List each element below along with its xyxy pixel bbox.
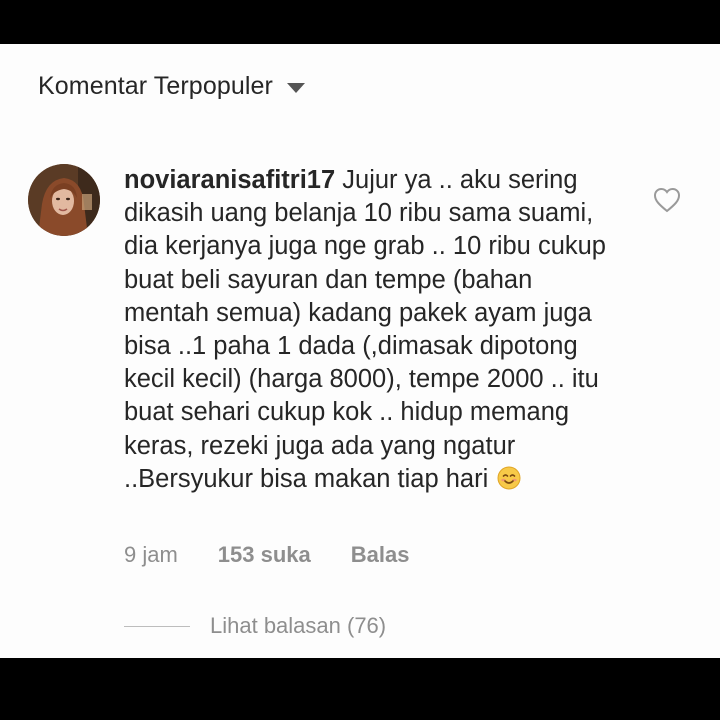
avatar[interactable]	[28, 164, 100, 236]
comment-body: noviaranisafitri17 Jujur ya .. aku serin…	[124, 164, 624, 499]
avatar-image	[28, 164, 100, 236]
sort-label: Komentar Terpopuler	[38, 72, 273, 100]
comment-likes[interactable]: 153 suka	[218, 542, 311, 568]
heart-outline-icon[interactable]	[653, 187, 681, 213]
caret-down-icon	[286, 82, 305, 93]
comment-text: Jujur ya .. aku sering dikasih uang bela…	[124, 166, 606, 493]
comment-meta: 9 jam 153 suka Balas	[124, 542, 409, 568]
replies-divider	[124, 625, 190, 627]
bottom-border	[0, 658, 720, 720]
smiling-face-icon	[497, 466, 521, 499]
sort-dropdown[interactable]: Komentar Terpopuler	[38, 72, 305, 101]
comments-panel: Komentar Terpopuler noviaranisafitri17 J…	[0, 44, 720, 658]
reply-button[interactable]: Balas	[351, 542, 410, 568]
view-replies-button[interactable]: Lihat balasan (76)	[124, 613, 386, 639]
comment-time: 9 jam	[124, 542, 178, 567]
comment-username[interactable]: noviaranisafitri17	[124, 166, 335, 194]
view-replies-label: Lihat balasan (76)	[210, 613, 387, 638]
top-border	[0, 0, 720, 44]
